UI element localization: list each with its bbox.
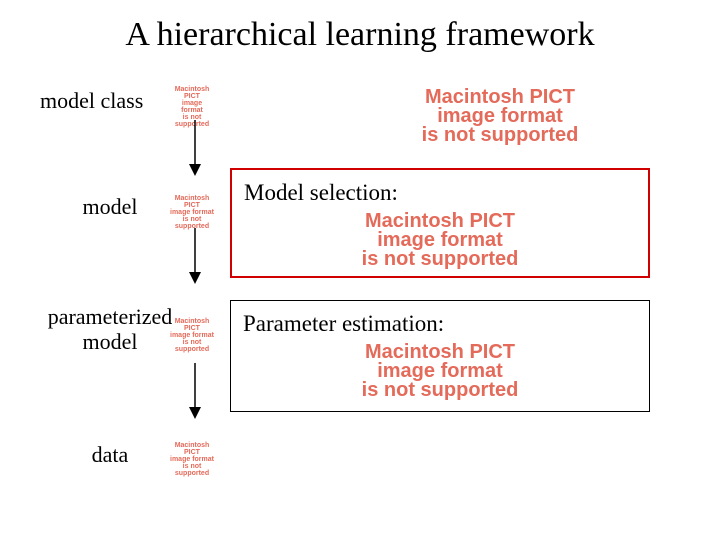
- slide-title: A hierarchical learning framework: [0, 16, 720, 54]
- arrow-down-icon: [185, 228, 205, 284]
- level-data: data: [30, 442, 190, 467]
- box-parameter-estimation: Parameter estimation: Macintosh PICTimag…: [230, 300, 650, 412]
- box-title-selection: Model selection:: [244, 180, 636, 206]
- level-parameterized-model: parameterized model: [30, 304, 190, 355]
- box-model-selection: Model selection: Macintosh PICTimage for…: [230, 168, 650, 278]
- pict-placeholder-icon: Macintosh PICTimage formatis not support…: [360, 88, 640, 145]
- box-title-estimation: Parameter estimation:: [243, 311, 637, 337]
- pict-placeholder-icon: Macintosh PICTimage formatis not support…: [170, 442, 214, 477]
- pict-placeholder-icon: Macintosh PICTimage formatis not support…: [170, 318, 214, 353]
- pict-placeholder-icon: Macintosh PICTimage formatis not support…: [315, 212, 565, 269]
- level-model: model: [30, 194, 190, 219]
- arrow-down-icon: [185, 120, 205, 176]
- pict-placeholder-icon: Macintosh PICTimage formatis not support…: [315, 343, 565, 400]
- arrow-down-icon: [185, 363, 205, 419]
- pict-placeholder-icon: Macintosh PICTimage formatis not support…: [168, 195, 216, 230]
